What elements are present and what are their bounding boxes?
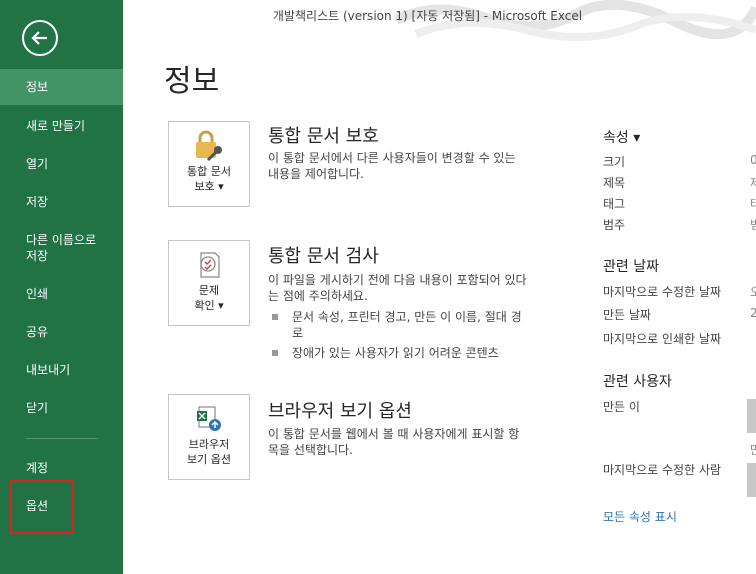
sidebar-item-save[interactable]: 저장 [0,194,123,210]
prop-value-tags[interactable]: 태 [750,195,756,212]
sidebar-item-share[interactable]: 공유 [0,324,123,340]
page-title: 정보 [164,64,220,99]
protect-tile-line2: 보호 ▾ [194,180,224,193]
backstage-sidebar: 정보 새로 만들기 열기 저장 다른 이름으로 저장 인쇄 공유 내보내기 닫기… [0,0,123,574]
related-dates-header: 관련 날짜 [603,259,659,275]
sidebar-item-open[interactable]: 열기 [0,156,123,172]
sidebar-item-export[interactable]: 내보내기 [0,362,123,378]
browser-section-title: 브라우저 보기 옵션 [268,401,412,422]
prop-value-title[interactable]: 제 [750,174,756,191]
sidebar-item-info[interactable]: 정보 [0,69,123,105]
inspect-section-title: 통합 문서 검사 [268,246,379,267]
inspect-tile-line1: 문제 [198,284,220,297]
back-arrow-icon[interactable] [22,20,58,56]
protect-workbook-button[interactable]: 통합 문서 보호 ▾ [168,121,250,207]
date-label-modified: 마지막으로 수정한 날짜 [603,285,722,299]
modifier-avatar [747,463,756,497]
prop-value-category[interactable]: 범 [750,216,756,233]
prop-label-category: 범주 [603,218,626,232]
browser-tile-line1: 브라우저 [188,438,230,451]
date-label-printed: 마지막으로 인쇄한 날짜 [603,332,722,346]
properties-header[interactable]: 속성 ▾ [603,127,640,147]
people-label-author: 만든 이 [603,400,640,414]
related-people-header: 관련 사용자 [603,374,672,390]
author-avatar [747,399,756,433]
browser-view-options-button[interactable]: 브라우저 보기 옵션 [168,394,250,480]
browser-tile-line2: 보기 옵션 [187,453,231,466]
date-value-modified: 오 [750,285,756,299]
prop-label-title: 제목 [603,176,626,190]
sidebar-divider [26,438,98,439]
sidebar-item-print[interactable]: 인쇄 [0,286,123,302]
prop-label-size: 크기 [603,155,626,169]
properties-panel: 속성 ▾ 크기 0 제목 제 태그 태 범주 범 관련 날짜 마지막으로 수정한… [603,0,756,574]
excel-web-icon [197,406,221,431]
check-issues-button[interactable]: 문제 확인 ▾ [168,240,250,326]
protect-section-desc: 이 통합 문서에서 다른 사용자들이 변경할 수 있는 내용을 제어합니다. [268,151,516,181]
inspect-tile-line2: 확인 ▾ [194,299,224,312]
options-highlight-box [10,480,74,534]
sidebar-item-save-as[interactable]: 다른 이름으로 저장 [0,232,110,264]
date-label-created: 만든 날짜 [603,308,651,322]
inspect-document-icon [200,252,220,278]
sidebar-item-close[interactable]: 닫기 [0,400,123,416]
inspect-bullet-2: 장애가 있는 사용자가 읽기 어려운 콘텐츠 [272,345,528,361]
protect-section-title: 통합 문서 보호 [268,126,379,147]
prop-value-size: 0 [750,153,756,167]
show-all-properties-link[interactable]: 모든 속성 표시 [603,508,677,525]
prop-label-tags: 태그 [603,197,626,211]
sidebar-item-new[interactable]: 새로 만들기 [0,118,123,134]
date-value-created: 2 [750,306,756,320]
lock-key-icon [196,130,222,162]
browser-section-desc: 이 통합 문서를 웹에서 볼 때 사용자에게 표시할 항목을 선택합니다. [268,427,520,457]
people-value-author[interactable]: 만 [750,441,756,458]
people-label-last-modified-by: 마지막으로 수정한 사람 [603,463,722,477]
inspect-bullet-1: 문서 속성, 프린터 경고, 만든 이 이름, 절대 경로 [272,309,528,341]
sidebar-item-account[interactable]: 계정 [0,460,123,476]
protect-tile-line1: 통합 문서 [187,165,231,178]
inspect-section-desc: 이 파일을 게시하기 전에 다음 내용이 포함되어 있다는 점에 주의하세요. [268,273,527,303]
